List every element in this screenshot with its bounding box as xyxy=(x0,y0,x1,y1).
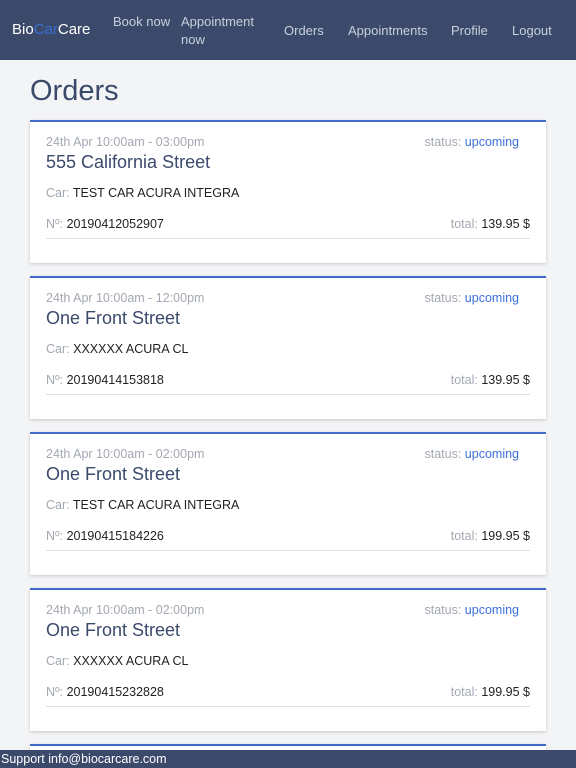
total-value: 199.95 $ xyxy=(481,529,530,543)
card-divider xyxy=(46,706,530,707)
order-number: Nº: 20190415232828 xyxy=(46,685,164,699)
order-date: 24th Apr 10:00am - 02:00pm xyxy=(46,447,205,461)
car-label: Car: xyxy=(46,186,70,200)
order-total: total: 139.95 $ xyxy=(451,373,530,387)
total-label: total: xyxy=(450,373,478,387)
brand-part-bio: Bio xyxy=(12,21,34,38)
car-label: Car: xyxy=(46,342,70,356)
car-label: Car: xyxy=(46,498,70,512)
car-value: XXXXXX ACURA CL xyxy=(73,342,189,356)
support-footer: Support info@biocarcare.com xyxy=(0,750,576,768)
nav-orders[interactable]: Orders xyxy=(284,22,324,40)
order-car: Car: XXXXXX ACURA CL xyxy=(46,654,188,668)
total-value: 139.95 $ xyxy=(481,373,530,387)
order-car: Car: TEST CAR ACURA INTEGRA xyxy=(46,498,239,512)
order-card[interactable]: 24th Apr 10:00am - 03:00pm status: upcom… xyxy=(30,120,546,263)
order-number: Nº: 20190412052907 xyxy=(46,217,164,231)
car-value: TEST CAR ACURA INTEGRA xyxy=(72,498,240,512)
order-number: Nº: 20190415184226 xyxy=(46,529,164,543)
car-value: TEST CAR ACURA INTEGRA xyxy=(72,186,240,200)
order-car: Car: XXXXXX ACURA CL xyxy=(46,342,188,356)
order-card[interactable]: 24th Apr 10:00am - 02:00pm status: upcom… xyxy=(30,432,546,575)
total-value: 139.95 $ xyxy=(481,217,530,231)
number-label: Nº: xyxy=(46,685,64,699)
total-label: total: xyxy=(450,685,478,699)
order-status: status: upcoming xyxy=(424,135,519,149)
status-value: upcoming xyxy=(464,291,519,305)
brand-part-car: Car xyxy=(33,21,58,38)
order-card[interactable]: 24th Apr 10:00am - 02:00pm status: upcom… xyxy=(30,588,546,731)
nav-profile[interactable]: Profile xyxy=(451,22,488,40)
card-divider xyxy=(46,394,530,395)
card-divider xyxy=(46,550,530,551)
status-value: upcoming xyxy=(464,603,519,617)
status-label: status: xyxy=(424,603,462,617)
number-label: Nº: xyxy=(46,217,64,231)
order-status: status: upcoming xyxy=(424,447,519,461)
status-label: status: xyxy=(424,135,462,149)
order-total: total: 139.95 $ xyxy=(451,217,530,231)
status-value: upcoming xyxy=(464,447,519,461)
order-address: 555 California Street xyxy=(46,152,211,172)
status-value: upcoming xyxy=(464,135,519,149)
support-text: Support info@biocarcare.com xyxy=(1,752,167,766)
total-value: 199.95 $ xyxy=(481,685,530,699)
total-label: total: xyxy=(450,529,478,543)
card-divider xyxy=(46,238,530,239)
number-value: 20190415232828 xyxy=(66,685,164,699)
nav-appointments[interactable]: Appointments xyxy=(348,22,428,40)
number-value: 20190414153818 xyxy=(66,373,164,387)
order-address: One Front Street xyxy=(46,620,181,640)
order-date: 24th Apr 10:00am - 03:00pm xyxy=(46,135,205,149)
top-navbar: BioCarCare Book now Appointment now Orde… xyxy=(0,0,576,60)
order-address: One Front Street xyxy=(46,308,181,328)
order-date: 24th Apr 10:00am - 12:00pm xyxy=(46,291,205,305)
order-total: total: 199.95 $ xyxy=(451,685,530,699)
car-value: XXXXXX ACURA CL xyxy=(73,654,189,668)
order-card[interactable]: 24th Apr 10:00am - 12:00pm status: upcom… xyxy=(30,276,546,419)
status-label: status: xyxy=(424,447,462,461)
number-label: Nº: xyxy=(46,373,64,387)
car-label: Car: xyxy=(46,654,70,668)
order-total: total: 199.95 $ xyxy=(451,529,530,543)
order-status: status: upcoming xyxy=(424,291,519,305)
number-value: 20190412052907 xyxy=(66,217,164,231)
order-car: Car: TEST CAR ACURA INTEGRA xyxy=(46,186,239,200)
nav-appointment-now[interactable]: Appointment now xyxy=(181,13,271,49)
status-label: status: xyxy=(424,291,462,305)
order-date: 24th Apr 10:00am - 02:00pm xyxy=(46,603,205,617)
brand-logo[interactable]: BioCarCare xyxy=(12,21,90,39)
nav-logout[interactable]: Logout xyxy=(512,22,552,40)
order-number: Nº: 20190414153818 xyxy=(46,373,164,387)
total-label: total: xyxy=(450,217,478,231)
order-address: One Front Street xyxy=(46,464,181,484)
order-status: status: upcoming xyxy=(424,603,519,617)
number-value: 20190415184226 xyxy=(66,529,164,543)
number-label: Nº: xyxy=(46,529,64,543)
page-title: Orders xyxy=(30,75,119,107)
brand-part-care: Care xyxy=(57,21,91,38)
